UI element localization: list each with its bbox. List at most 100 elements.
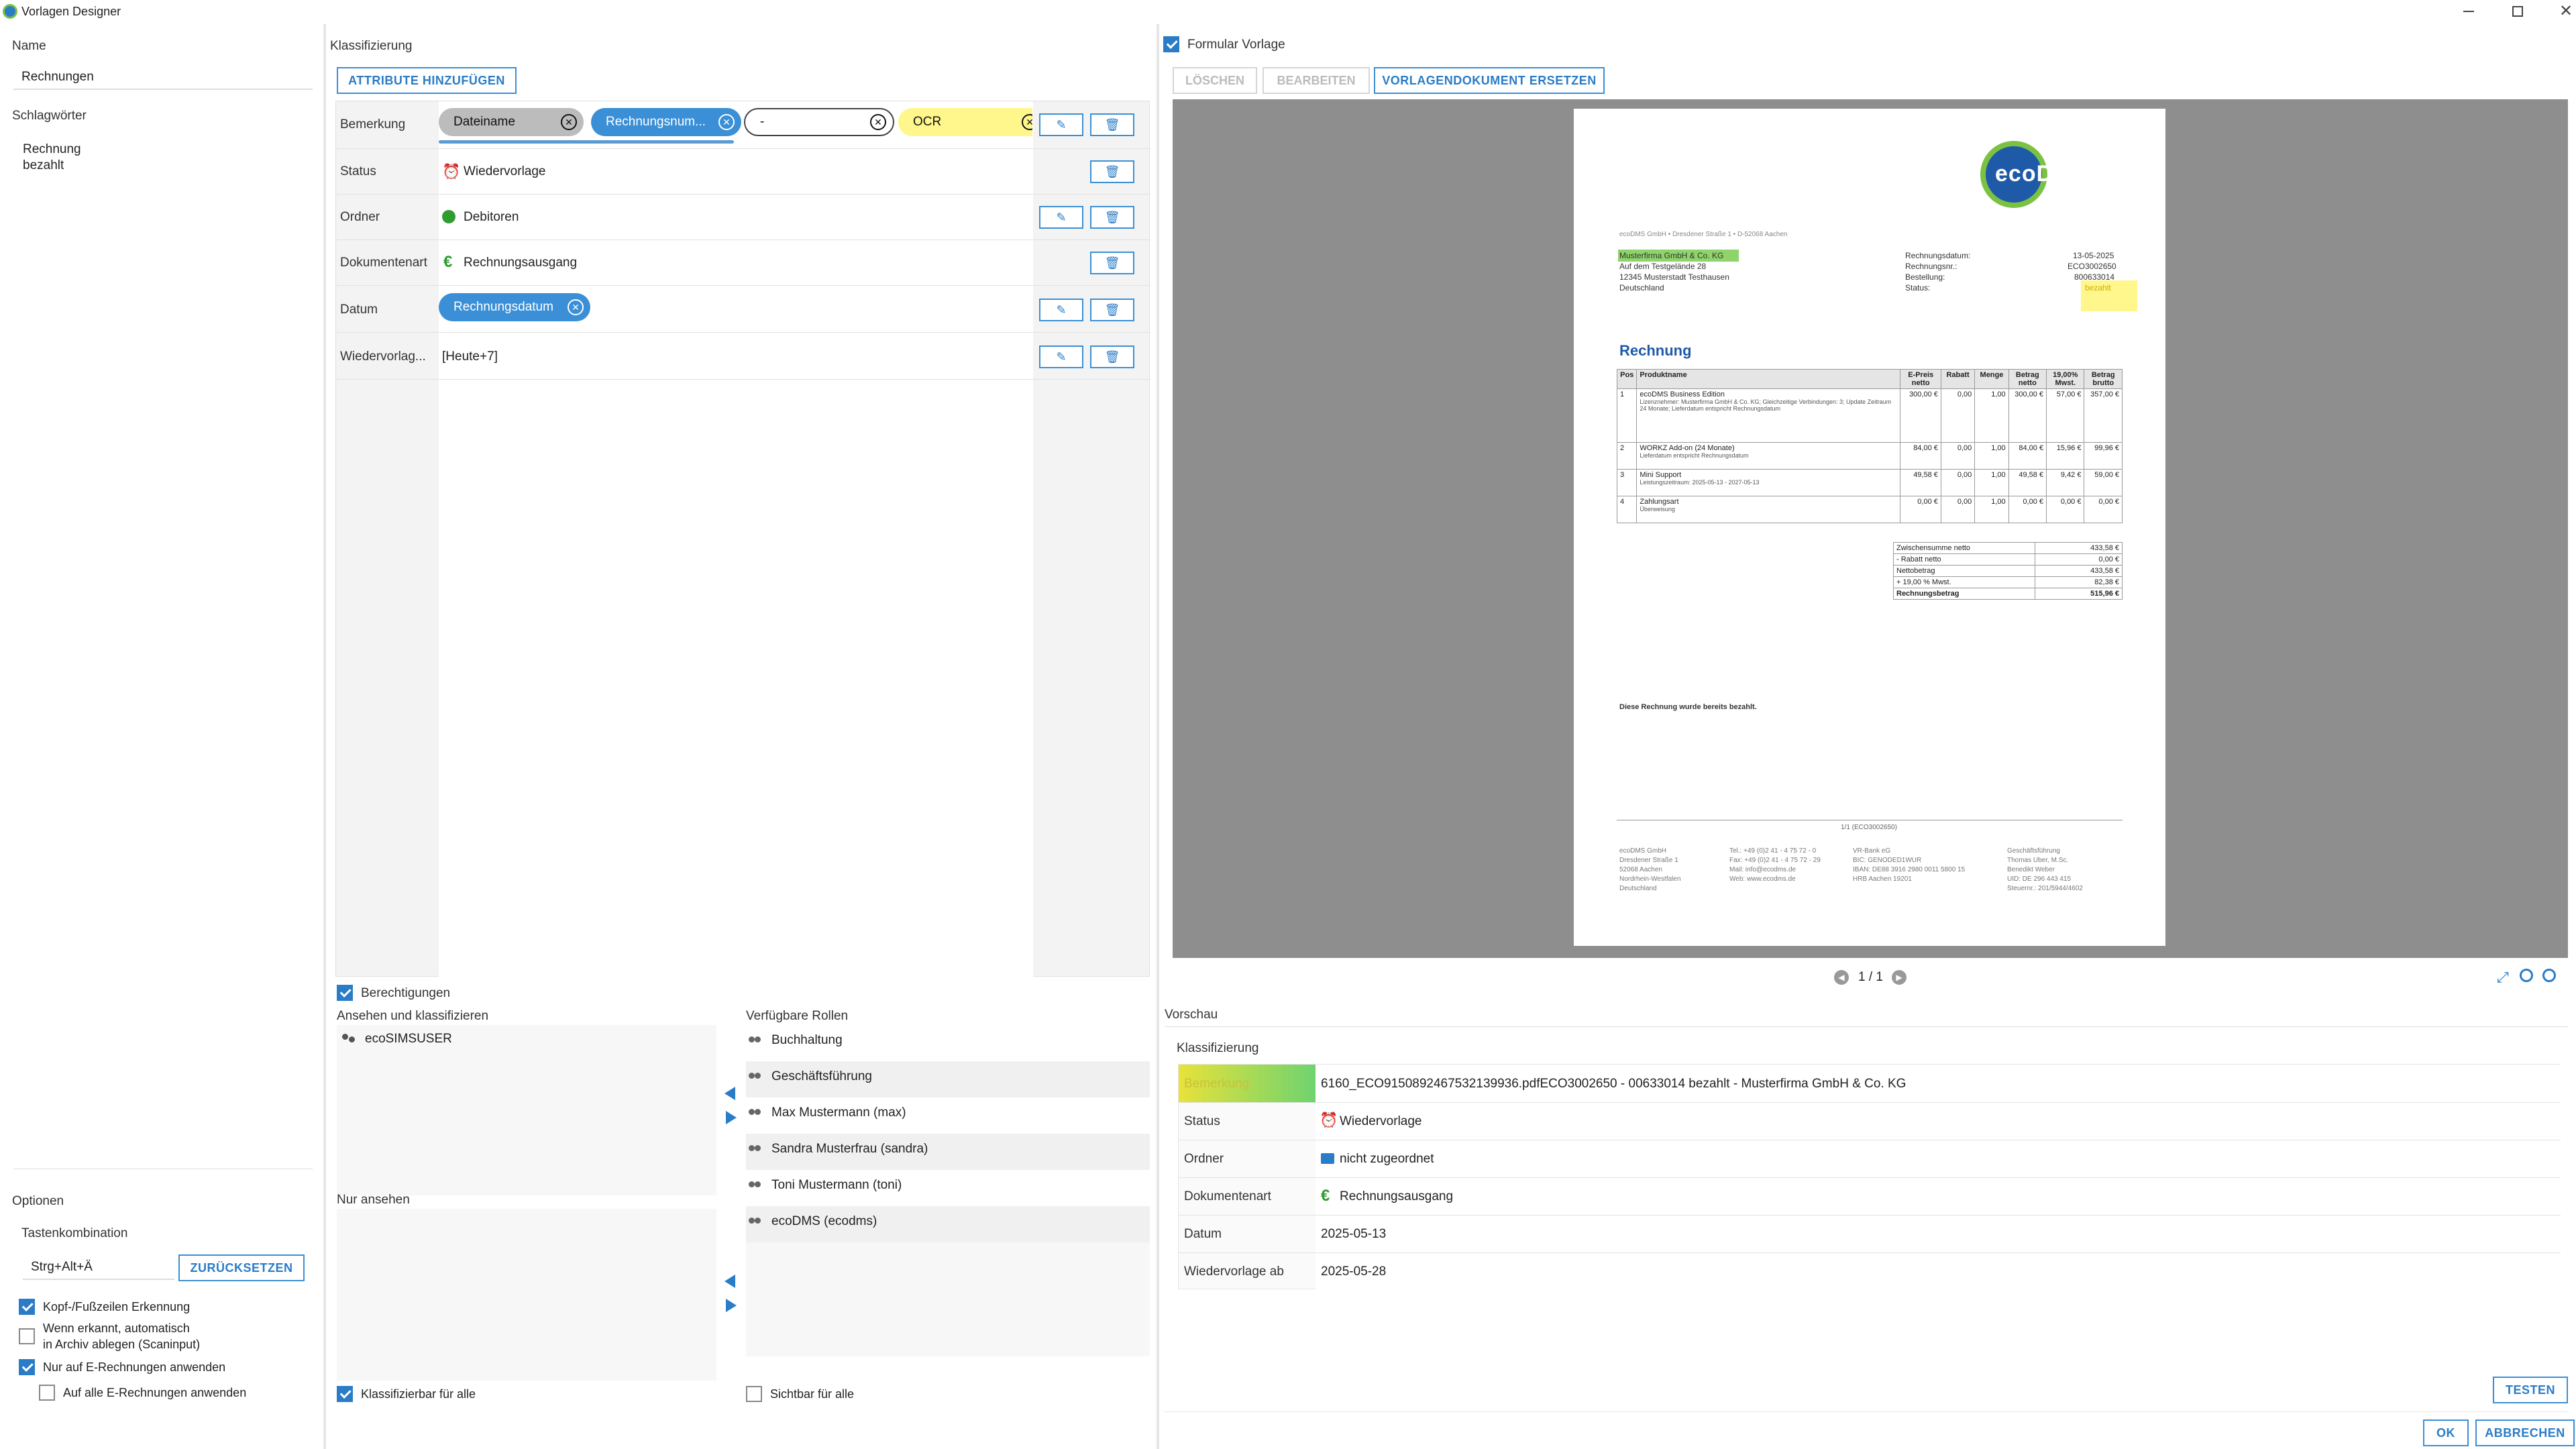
invoice-item-sub: Leistungszeitraum: 2025-05-13 - 2027-05-… <box>1640 479 1760 486</box>
chip-rechnungsdatum[interactable]: Rechnungsdatum ✕ <box>439 293 590 321</box>
middle-separator[interactable] <box>1157 24 1159 1449</box>
role-item[interactable]: Max Mustermann (max) <box>746 1097 1150 1134</box>
invoice-td: 2 <box>1616 442 1638 470</box>
chip-remove-icon[interactable]: ✕ <box>870 114 886 130</box>
role-item[interactable]: Geschäftsführung <box>746 1061 1150 1097</box>
replace-template-button[interactable]: VORLAGENDOKUMENT ERSETZEN <box>1374 67 1605 94</box>
chip-rechnungsnummer[interactable]: Rechnungsnum... ✕ <box>591 108 741 136</box>
keyword-item[interactable]: bezahlt <box>23 158 64 173</box>
edit-wiedervorlage-button[interactable]: ✎ <box>1039 345 1083 368</box>
invoice-td: 1,00 <box>1974 442 2009 470</box>
form-template-checkbox[interactable] <box>1163 36 1179 52</box>
invoice-td: 0,00 € <box>2084 496 2123 523</box>
delete-wiedervorlage-button[interactable]: 🗑 <box>1090 345 1134 368</box>
invoice-td: 49,58 € <box>2008 469 2047 496</box>
ok-button[interactable]: OK <box>2423 1419 2469 1446</box>
footer-line: Steuernr.: 201/5944/4602 <box>2007 885 2083 892</box>
invoice-address-line: Deutschland <box>1619 283 1664 292</box>
edit-bemerkung-button[interactable]: ✎ <box>1039 113 1083 136</box>
preview-value: 2025-05-28 <box>1321 1265 1387 1279</box>
invoice-footer-col: VR-Bank eG BIC: GENODED1WUR IBAN: DE88 3… <box>1853 847 1965 884</box>
chip-remove-icon[interactable]: ✕ <box>718 114 735 130</box>
name-input[interactable]: Rechnungen <box>13 66 313 90</box>
invoice-td: 15,96 € <box>2046 442 2085 470</box>
invoice-sender-line: ecoDMS GmbH • Dresdener Straße 1 • D-520… <box>1619 231 1788 238</box>
window-title: Vorlagen Designer <box>21 5 121 18</box>
totals-label: Rechnungsbetrag <box>1893 588 2035 600</box>
footer-line: Fax: +49 (0)2 41 - 4 75 72 - 29 <box>1729 857 1821 864</box>
invoice-td: Mini Support Leistungszeitraum: 2025-05-1… <box>1636 469 1901 496</box>
delete-ordner-button[interactable]: 🗑 <box>1090 206 1134 229</box>
auto-archive-label-1: Wenn erkannt, automatisch <box>43 1322 190 1335</box>
view-only-list[interactable] <box>337 1209 716 1381</box>
zoom-in-icon[interactable] <box>2520 969 2533 982</box>
delete-dokumentenart-button[interactable]: 🗑 <box>1090 252 1134 274</box>
invoice-page-number: 1/1 (ECO3002650) <box>1841 824 1897 831</box>
invoice-footer-col: Tel.: +49 (0)2 41 - 4 75 72 - 0 Fax: +49… <box>1729 847 1821 884</box>
all-e-invoices-checkbox[interactable] <box>39 1385 55 1401</box>
footer-line: VR-Bank eG <box>1853 847 1891 855</box>
chip-remove-icon[interactable]: ✕ <box>561 114 577 130</box>
edit-datum-button[interactable]: ✎ <box>1039 299 1083 321</box>
auto-archive-checkbox[interactable] <box>19 1328 35 1344</box>
footer-line: HRB Aachen 19201 <box>1853 875 1912 883</box>
delete-datum-button[interactable]: 🗑 <box>1090 299 1134 321</box>
previous-page-icon[interactable]: ◀ <box>1834 970 1849 985</box>
available-roles-list[interactable]: Buchhaltung Geschäftsführung Max Musterm… <box>746 1025 1150 1356</box>
chip-dateiname[interactable]: Dateiname ✕ <box>439 108 584 136</box>
minimize-icon[interactable] <box>2463 11 2474 12</box>
role-item[interactable]: Toni Mustermann (toni) <box>746 1170 1150 1206</box>
reset-shortcut-button[interactable]: ZURÜCKSETZEN <box>178 1254 305 1281</box>
preview-value: 2025-05-13 <box>1321 1227 1387 1241</box>
list-item[interactable]: ecoSIMSUSER <box>342 1032 452 1046</box>
move-right-arrow-icon[interactable] <box>726 1299 737 1312</box>
chip-separator[interactable]: - ✕ <box>744 108 894 136</box>
keyword-item[interactable]: Rechnung <box>23 142 81 157</box>
footer-line: Nordrhein-Westfalen <box>1619 875 1681 883</box>
role-item[interactable]: Sandra Musterfrau (sandra) <box>746 1134 1150 1170</box>
footer-line: Thomas Uber, M.Sc. <box>2007 857 2069 864</box>
header-footer-checkbox[interactable] <box>19 1299 35 1315</box>
classifiable-all-checkbox[interactable] <box>337 1386 353 1402</box>
chip-remove-icon[interactable]: ✕ <box>1022 114 1032 130</box>
preview-label: Bemerkung <box>1184 1077 1250 1091</box>
e-invoice-only-checkbox[interactable] <box>19 1359 35 1375</box>
user-group-icon <box>749 1071 763 1082</box>
test-button[interactable]: TESTEN <box>2493 1377 2568 1403</box>
view-classify-label: Ansehen und klassifizieren <box>337 1009 489 1023</box>
shortcut-input[interactable]: Strg+Alt+Ä <box>23 1253 174 1280</box>
invoice-totals-table: Zwischensumme netto 433,58 € - Rabatt net… <box>1893 542 2123 600</box>
delete-template-button[interactable]: LÖSCHEN <box>1173 67 1257 94</box>
dokumentenart-value: Rechnungsausgang <box>464 256 578 270</box>
role-item[interactable]: Buchhaltung <box>746 1025 1150 1061</box>
zoom-out-icon[interactable] <box>2542 969 2556 982</box>
edit-ordner-button[interactable]: ✎ <box>1039 206 1083 229</box>
move-left-arrow-icon[interactable] <box>724 1087 735 1100</box>
view-classify-list[interactable]: ecoSIMSUSER <box>337 1025 716 1195</box>
left-separator[interactable] <box>323 24 326 1449</box>
next-page-icon[interactable]: ▶ <box>1892 970 1907 985</box>
delete-status-button[interactable]: 🗑 <box>1090 160 1134 183</box>
invoice-th: Menge <box>1974 369 2009 389</box>
move-right-arrow-icon[interactable] <box>726 1111 737 1124</box>
restore-icon[interactable] <box>2512 6 2523 17</box>
move-left-arrow-icon[interactable] <box>724 1275 735 1288</box>
close-icon[interactable]: ✕ <box>2559 1 2573 21</box>
invoice-th: Pos <box>1616 369 1638 389</box>
user-group-icon <box>749 1216 763 1227</box>
visible-all-checkbox[interactable] <box>746 1386 762 1402</box>
available-roles-label: Verfügbare Rollen <box>746 1009 849 1023</box>
chip-ocr[interactable]: OCR ✕ <box>898 108 1032 136</box>
chip-remove-icon[interactable]: ✕ <box>568 299 584 315</box>
permissions-checkbox[interactable] <box>337 985 353 1001</box>
delete-bemerkung-button[interactable]: 🗑 <box>1090 113 1134 136</box>
role-item[interactable]: ecoDMS (ecodms) <box>746 1206 1150 1242</box>
document-preview-area[interactable]: ecoDMS ecoDMS GmbH • Dresdener Straße 1 … <box>1173 99 2568 958</box>
add-attributes-button[interactable]: ATTRIBUTE HINZUFÜGEN <box>337 67 517 94</box>
edit-template-button[interactable]: BEARBEITEN <box>1263 67 1370 94</box>
cancel-button[interactable]: ABBRECHEN <box>2475 1419 2575 1446</box>
zoom-fit-icon[interactable]: ⤢ <box>2497 969 2509 986</box>
keywords-list[interactable]: Rechnung bezahlt <box>13 136 313 203</box>
wiedervorlage-value: [Heute+7] <box>442 350 498 364</box>
chips-scrollbar[interactable] <box>439 140 734 144</box>
